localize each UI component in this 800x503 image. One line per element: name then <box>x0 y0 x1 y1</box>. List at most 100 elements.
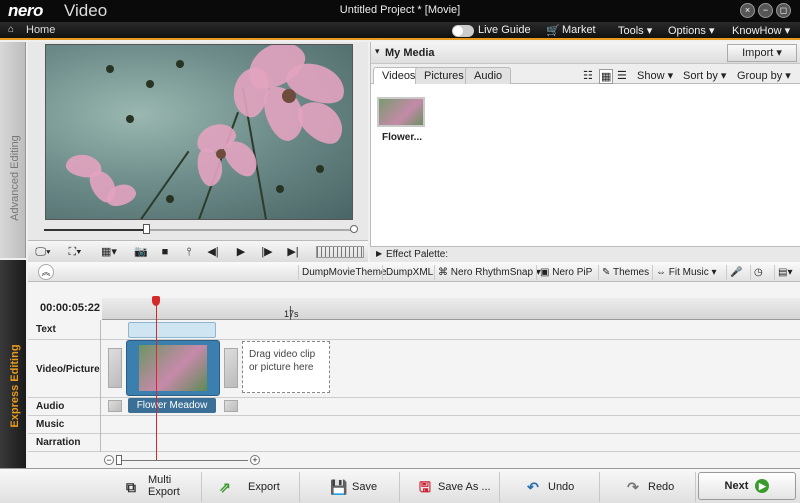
audio-slot-right[interactable] <box>224 400 238 412</box>
effect-palette-bar[interactable]: ▶ Effect Palette: <box>370 246 800 262</box>
playhead[interactable] <box>156 300 157 460</box>
tab-advanced-editing-label: Advanced Editing <box>9 135 21 221</box>
text-clip[interactable] <box>128 322 216 338</box>
timeline-ruler[interactable]: 17s <box>102 298 800 320</box>
sort-by-dropdown[interactable]: Sort by ▾ <box>683 69 726 82</box>
save-button[interactable]: 💾 Save <box>302 472 400 502</box>
timer-icon[interactable]: ◷ <box>750 265 766 280</box>
market-link[interactable]: Market <box>562 24 596 36</box>
track-music: Music <box>28 416 800 434</box>
zoom-slider-handle[interactable] <box>116 455 122 465</box>
next-arrow-icon: ▶ <box>755 479 770 493</box>
video-clip-thumbnail <box>139 345 207 391</box>
media-thumbnail[interactable] <box>377 97 425 127</box>
redo-button[interactable]: ↷ Redo <box>602 472 696 502</box>
microphone-icon[interactable]: 🎤 <box>726 265 745 280</box>
media-header: ▾ My Media Import ▾ <box>371 42 800 64</box>
tools-menu[interactable]: Tools ▾ <box>618 24 652 37</box>
mark-in-icon[interactable]: ⫯ <box>180 244 198 260</box>
maximize-button[interactable]: ◻ <box>776 3 791 18</box>
snapshot-icon[interactable]: 📷 <box>132 244 150 260</box>
collapse-icon[interactable]: ▾ <box>375 46 380 57</box>
effect-palette-label: Effect Palette: <box>386 249 449 260</box>
transition-slot-left[interactable] <box>108 348 122 388</box>
save-icon: 💾 <box>330 479 348 495</box>
zoom-slider[interactable] <box>118 460 248 461</box>
save-as-icon: 🖫 <box>419 479 431 495</box>
rhythm-snap-button[interactable]: ⌘ Nero RhythmSnap ▾ <box>434 265 544 280</box>
layout-icon[interactable]: ▦▾ <box>100 244 118 260</box>
fit-music-button[interactable]: ⇔ Fit Music ▾ <box>652 265 720 280</box>
redo-icon: ↷ <box>627 479 639 495</box>
stop-icon[interactable]: ■ <box>156 244 174 260</box>
timecode: 00:00:05:22 <box>40 302 100 314</box>
next-frame-icon[interactable]: |▶ <box>258 244 276 260</box>
detail-view-icon[interactable]: ☰ <box>617 69 627 82</box>
multi-export-button[interactable]: ⧉ Multi Export <box>110 472 202 502</box>
audio-slot-left[interactable] <box>108 400 122 412</box>
track-label-narration: Narration <box>36 437 81 448</box>
home-icon[interactable]: ⌂ <box>8 24 14 35</box>
minimize-button[interactable]: − <box>758 3 773 18</box>
track-narration: Narration <box>28 434 800 452</box>
list-view-icon[interactable]: ☷ <box>583 69 593 82</box>
tab-audio[interactable]: Audio <box>465 67 512 84</box>
undo-icon: ↶ <box>527 479 539 495</box>
save-as-button[interactable]: 🖫 Save As ... <box>402 472 500 502</box>
jog-wheel[interactable] <box>316 246 364 258</box>
monitor-icon[interactable]: 🖵▾ <box>34 244 52 260</box>
live-guide-toggle[interactable] <box>452 25 474 37</box>
options-menu[interactable]: Options ▾ <box>668 24 715 37</box>
nav-bar: ⌂ Home Live Guide 🛒 Market Tools ▾ Optio… <box>0 22 800 40</box>
fit-music-icon: ⇔ <box>656 267 669 278</box>
knowhow-menu[interactable]: KnowHow ▾ <box>732 24 790 37</box>
show-dropdown[interactable]: Show ▾ <box>637 69 673 82</box>
save-as-label: Save As ... <box>438 481 491 493</box>
track-label-text: Text <box>36 324 56 335</box>
window-title: Untitled Project * [Movie] <box>339 4 461 16</box>
scrubber-end-marker <box>350 225 358 233</box>
previous-frame-icon[interactable]: ◀| <box>204 244 222 260</box>
settings-dropdown-icon[interactable]: ▤▾ <box>774 265 795 280</box>
next-button[interactable]: Next ▶ <box>698 472 796 500</box>
pip-button[interactable]: ▣ Nero PiP <box>536 265 595 280</box>
playhead-handle[interactable] <box>152 296 160 306</box>
fullscreen-icon[interactable]: ⛶▾ <box>66 244 84 260</box>
ruler-label: 17s <box>284 309 299 319</box>
clip-name[interactable]: Flower Meadow <box>128 398 216 413</box>
themes-button[interactable]: ✎ Themes <box>598 265 652 280</box>
tab-advanced-editing[interactable]: Advanced Editing <box>0 42 26 258</box>
transport-controls: 🖵▾ ⛶▾ ▦▾ 📷 ■ ⫯ ◀| ▶ |▶ ▶| <box>28 240 368 262</box>
expand-icon: ▶ <box>376 249 383 258</box>
help-window-icon[interactable]: × <box>740 3 755 18</box>
dump-movie-theme-button[interactable]: DumpMovieTheme <box>298 265 389 280</box>
zoom-in-icon[interactable]: + <box>250 455 260 465</box>
group-by-dropdown[interactable]: Group by ▾ <box>737 69 791 82</box>
media-title: My Media <box>385 47 435 59</box>
transition-slot-right[interactable] <box>224 348 238 388</box>
timeline: 00:00:05:22 17s Text Video/Picture Audio… <box>28 282 800 468</box>
undo-button[interactable]: ↶ Undo <box>502 472 600 502</box>
export-button[interactable]: ⇗ Export <box>204 472 300 502</box>
export-icon: ⇗ <box>219 479 231 495</box>
drop-zone[interactable]: Drag video clip or picture here <box>242 341 330 393</box>
grid-view-icon[interactable]: ▦ <box>599 69 614 84</box>
preview-scrubber-handle[interactable] <box>142 224 150 234</box>
media-tabs: Videos Pictures Audio ☷ ▦ ☰ Show ▾ Sort … <box>371 64 800 84</box>
tab-express-editing[interactable]: Express Editing <box>0 260 26 503</box>
home-link[interactable]: Home <box>26 24 55 36</box>
tab-express-editing-label: Express Editing <box>9 344 21 428</box>
multi-export-label: Multi Export <box>148 474 180 498</box>
collapse-timeline-icon[interactable]: ︽ <box>38 264 54 280</box>
dump-xml-button[interactable]: DumpXML <box>382 265 436 280</box>
video-preview <box>45 44 353 220</box>
zoom-out-icon[interactable]: − <box>104 455 114 465</box>
play-icon[interactable]: ▶ <box>232 244 250 260</box>
live-guide-label[interactable]: Live Guide <box>478 24 531 36</box>
mark-out-icon[interactable]: ▶| <box>284 244 302 260</box>
video-clip[interactable] <box>126 340 220 396</box>
import-button[interactable]: Import ▾ <box>727 44 797 62</box>
rhythm-snap-icon: ⌘ <box>438 267 451 278</box>
pip-icon: ▣ <box>540 267 553 278</box>
track-label-music: Music <box>36 419 65 430</box>
